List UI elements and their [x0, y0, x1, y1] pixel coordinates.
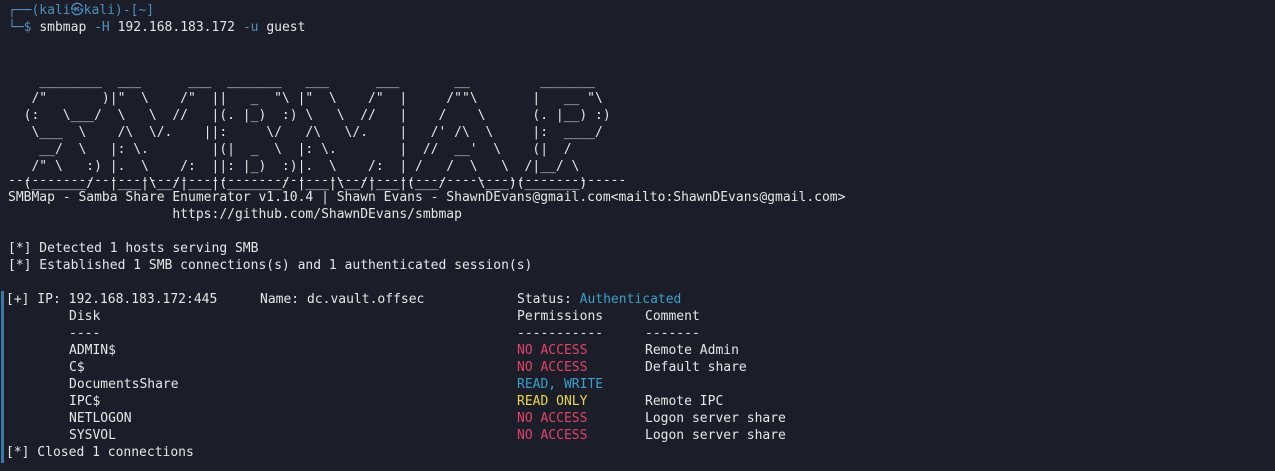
credit-line: SMBMap - Samba Share Enumerator v1.10.4 … [8, 190, 846, 205]
sep-disk: ---- [69, 326, 101, 341]
share-comment: Default share [645, 360, 747, 375]
share-comment: Logon server share [645, 428, 786, 443]
host-flag: -H [94, 20, 110, 35]
share-name: IPC$ [69, 394, 101, 409]
host-ip: [+] IP: 192.168.183.172:445 [6, 292, 218, 307]
github-line: https://github.com/ShawnDEvans/smbmap [8, 207, 462, 222]
info-detected: [*] Detected 1 hosts serving SMB [8, 241, 259, 256]
user-flag: -u [242, 20, 259, 35]
info-established: [*] Established 1 SMB connections(s) and… [8, 258, 533, 273]
host-status: Status: Authenticated [517, 291, 681, 308]
status-value: Authenticated [579, 292, 682, 307]
col-header-disk: Disk [69, 309, 101, 324]
sep-comment: ------- [645, 326, 700, 341]
share-permission: NO ACCESS [517, 360, 588, 375]
share-name: SYSVOL [69, 428, 116, 443]
share-name: NETLOGON [69, 411, 132, 426]
command-line: └─$ smbmap -H 192.168.183.172 -u guest [8, 19, 305, 36]
share-permission: NO ACCESS [517, 343, 588, 358]
banner-line: __/ \ |: \. |(| _ \ |: \. | // __' \ (| … [8, 142, 572, 157]
share-comment: Logon server share [645, 411, 786, 426]
share-permission: READ, WRITE [517, 377, 604, 392]
status-label: Status: [517, 292, 580, 307]
share-permission: READ ONLY [517, 394, 588, 409]
banner-line: /" )|" \ /" || _ "\ |" \ /" | /""\ | __ … [8, 91, 603, 106]
banner-line: \___ \ /\ \/. ||: \/ /\ \/. | /' /\ \ |:… [8, 125, 603, 140]
share-comment: Remote IPC [645, 394, 724, 409]
share-comment: Remote Admin [645, 343, 739, 358]
share-permission: NO ACCESS [517, 428, 588, 443]
prompt-symbol: └─$ [8, 20, 40, 35]
share-name: ADMIN$ [69, 343, 116, 358]
col-header-comment: Comment [645, 309, 700, 324]
banner-rule: ----------------------------------------… [8, 173, 627, 188]
banner-line: (: \___/ \ \ // |(. |_) :) \ \ // | / \ … [8, 108, 611, 123]
output-block-marker [1, 291, 4, 463]
host-arg: 192.168.183.172 [117, 20, 235, 35]
share-name: C$ [69, 360, 85, 375]
sep-permissions: ----------- [517, 326, 604, 341]
terminal-window[interactable]: ┌──(kali㉿kali)-[~] └─$ smbmap -H 192.168… [0, 0, 1275, 471]
prompt-context: ┌──(kali㉿kali)-[~] [8, 3, 155, 18]
command-name: smbmap [39, 20, 87, 35]
host-name: Name: dc.vault.offsec [260, 292, 425, 307]
share-name: DocumentsShare [69, 377, 179, 392]
user-arg: guest [266, 20, 306, 35]
closed-line: [*] Closed 1 connections [6, 445, 194, 460]
col-header-permissions: Permissions [517, 309, 604, 324]
banner-line: ________ ___ ___ _______ ___ ___ __ ____… [8, 74, 595, 89]
share-permission: NO ACCESS [517, 411, 588, 426]
